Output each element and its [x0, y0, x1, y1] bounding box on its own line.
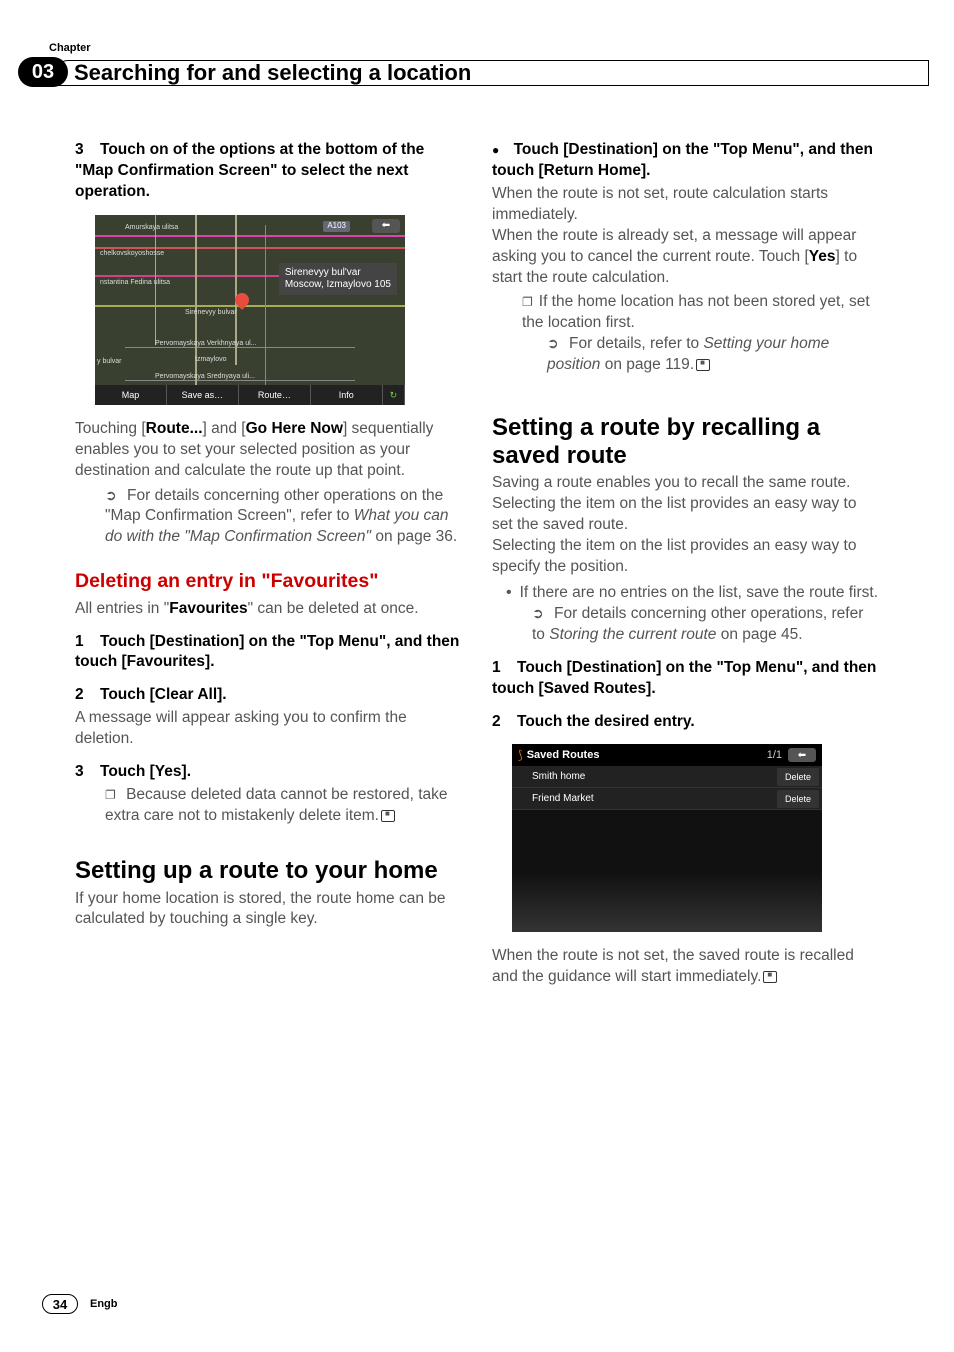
route-name: Friend Market	[512, 792, 777, 806]
map-btn-route[interactable]: Route…	[239, 385, 311, 405]
map-screenshot: A103 ⬅ Amurskaya ulitsa chelkovskoyoshos…	[95, 215, 405, 405]
recall-route-p1: Saving a route enables you to recall the…	[492, 473, 879, 536]
recall-step1: 1Touch [Destination] on the "Top Menu", …	[492, 658, 879, 700]
deleting-body: All entries in "Favourites" can be delet…	[75, 599, 462, 620]
step-3-heading: 3Touch on of the options at the bottom o…	[75, 140, 462, 203]
home-route-heading: Setting up a route to your home	[75, 857, 462, 885]
chapter-badge: 03	[18, 57, 68, 87]
back-icon[interactable]: ⬅	[372, 219, 400, 233]
map-callout: Sirenevyy bul'var Moscow, Izmaylovo 105	[279, 263, 397, 295]
street-label: Izmaylovo	[195, 355, 227, 364]
recall-step2: 2Touch the desired entry.	[492, 712, 879, 733]
delete-button[interactable]: Delete	[777, 768, 819, 786]
storing-route-ref: For details concerning other operations,…	[492, 604, 879, 646]
page-number: 34	[42, 1294, 78, 1314]
saved-routes-header: ⟆ Saved Routes 1/1 ⬅	[512, 744, 822, 766]
delete-button[interactable]: Delete	[777, 790, 819, 808]
back-icon[interactable]: ⬅	[788, 748, 816, 762]
map-btn-refresh[interactable]: ↻	[383, 385, 405, 405]
no-entries-bullet: If there are no entries on the list, sav…	[492, 582, 879, 604]
map-buttons: Map Save as… Route… Info ↻	[95, 385, 405, 405]
delete-step1: 1Touch [Destination] on the "Top Menu", …	[75, 632, 462, 674]
road-marker: A103	[323, 221, 350, 232]
left-column: 3Touch on of the options at the bottom o…	[75, 140, 462, 1282]
home-not-stored-note: If the home location has not been stored…	[492, 292, 879, 334]
street-label: y bulvar	[97, 357, 122, 366]
map-btn-info[interactable]: Info	[311, 385, 383, 405]
route-name: Smith home	[512, 770, 777, 784]
delete-step2: 2Touch [Clear All].	[75, 685, 462, 706]
callout-line2: Moscow, Izmaylovo 105	[285, 279, 391, 291]
saved-route-row[interactable]: Friend Market Delete	[512, 788, 822, 810]
recall-route-heading: Setting a route by recalling a saved rou…	[492, 414, 879, 469]
step-number: 3	[75, 140, 100, 161]
page-title: Searching for and selecting a location	[74, 60, 471, 86]
touching-paragraph: Touching [Route...] and [Go Here Now] se…	[75, 419, 462, 482]
right-column: Touch [Destination] on the "Top Menu", a…	[492, 140, 879, 1282]
saved-routes-title: Saved Routes	[527, 748, 767, 763]
touch-destination-bullet: Touch [Destination] on the "Top Menu", a…	[492, 140, 879, 182]
section-end-icon	[696, 359, 710, 371]
language-code: Engb	[90, 1298, 118, 1310]
street-label: Pervomayskaya Verkhnyaya ul...	[155, 339, 257, 348]
route-not-set: When the route is not set, route calcula…	[492, 184, 879, 226]
delete-note: Because deleted data cannot be restored,…	[75, 785, 462, 827]
delete-step3: 3Touch [Yes].	[75, 762, 462, 783]
saved-routes-screenshot: ⟆ Saved Routes 1/1 ⬅ Smith home Delete F…	[512, 744, 822, 932]
street-label: Amurskaya ulitsa	[125, 223, 178, 232]
section-end-icon	[381, 810, 395, 822]
page-footer: 34 Engb	[42, 1294, 118, 1314]
chapter-number: 03	[32, 61, 54, 84]
street-label: chelkovskoyoshosse	[100, 249, 164, 258]
saved-route-row[interactable]: Smith home Delete	[512, 766, 822, 788]
delete-step2-body: A message will appear asking you to conf…	[75, 708, 462, 750]
route-already-set: When the route is already set, a message…	[492, 226, 879, 289]
map-btn-map[interactable]: Map	[95, 385, 167, 405]
map-btn-save[interactable]: Save as…	[167, 385, 239, 405]
details-ref: For details concerning other operations …	[75, 486, 462, 549]
recall-route-p2: Selecting the item on the list provides …	[492, 536, 879, 578]
deleting-subheading: Deleting an entry in "Favourites"	[75, 568, 462, 594]
step-text: Touch on of the options at the bottom of…	[75, 141, 424, 200]
route-icon: ⟆	[518, 747, 523, 763]
street-label: Sirenevyy bulvar	[185, 308, 237, 317]
recall-last-paragraph: When the route is not set, the saved rou…	[492, 946, 879, 988]
home-position-ref: For details, refer to Setting your home …	[492, 334, 879, 376]
chapter-label: Chapter	[49, 42, 91, 54]
section-end-icon	[763, 971, 777, 983]
home-route-body: If your home location is stored, the rou…	[75, 889, 462, 931]
callout-line1: Sirenevyy bul'var	[285, 267, 391, 279]
header-bar: Searching for and selecting a location	[55, 60, 929, 86]
street-label: nstantina Fedina ulitsa	[100, 278, 170, 287]
street-label: Pervomayskaya Srednyaya uli...	[155, 372, 255, 381]
page-indicator: 1/1	[767, 748, 782, 763]
